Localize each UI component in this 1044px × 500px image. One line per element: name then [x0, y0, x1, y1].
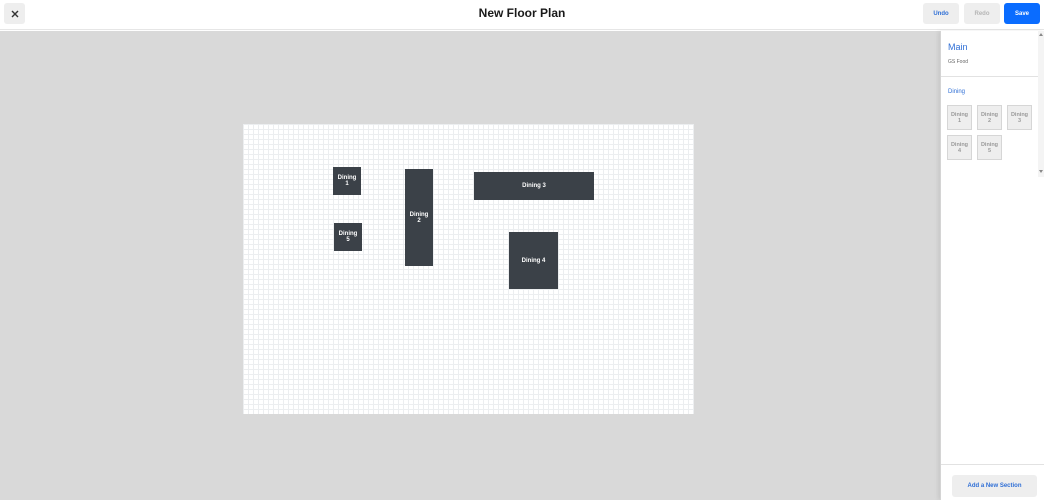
undo-button[interactable]: Undo — [923, 3, 959, 24]
table-label: 5 — [346, 237, 350, 243]
table-label: Dining 3 — [522, 183, 546, 189]
table-dining-1[interactable]: Dining 1 — [333, 167, 361, 195]
chip-label: Dining — [980, 111, 999, 118]
table-chip-dining-1[interactable]: Dining 1 — [947, 105, 972, 130]
chip-label: Dining — [950, 141, 969, 148]
table-label: 1 — [345, 181, 349, 187]
table-dining-3[interactable]: Dining 3 — [474, 172, 594, 200]
floor-plan-grid[interactable]: Dining 1 Dining 2 Dining 3 Dining 4 Dini… — [243, 124, 694, 414]
table-label: 2 — [417, 217, 421, 224]
table-dining-4[interactable]: Dining 4 — [509, 232, 558, 289]
table-label: Dining 4 — [521, 257, 546, 264]
table-chip-dining-5[interactable]: Dining 5 — [977, 135, 1002, 160]
table-chip-dining-4[interactable]: Dining 4 — [947, 135, 972, 160]
add-new-section-button[interactable]: Add a New Section — [952, 475, 1037, 497]
redo-button[interactable]: Redo — [964, 3, 1000, 24]
save-button[interactable]: Save — [1004, 3, 1040, 24]
section-subtitle: GS Food — [948, 59, 969, 65]
table-dining-5[interactable]: Dining 5 — [334, 223, 362, 251]
table-dining-2[interactable]: Dining 2 — [405, 169, 433, 266]
chip-label: 2 — [987, 117, 992, 124]
top-bar: New Floor Plan Undo Redo Save — [0, 0, 1044, 30]
chip-label: Dining — [980, 141, 999, 148]
chip-label: Dining — [1010, 111, 1029, 118]
sidebar-scrollbar[interactable] — [1038, 31, 1044, 177]
table-chip-dining-2[interactable]: Dining 2 — [977, 105, 1002, 130]
sections-sidebar: Main GS Food Dining Dining 1 Dining 2 Di… — [940, 31, 1044, 500]
chip-label: 4 — [957, 147, 962, 154]
chip-label: Dining — [950, 111, 969, 118]
chip-label: 5 — [987, 147, 992, 154]
divider — [941, 76, 1038, 77]
floor-plan-canvas-area: Dining 1 Dining 2 Dining 3 Dining 4 Dini… — [0, 31, 940, 500]
close-icon — [11, 10, 18, 17]
scroll-down-icon[interactable] — [1039, 170, 1043, 173]
chip-label: 1 — [957, 117, 962, 124]
page-title: New Floor Plan — [478, 6, 566, 20]
subsection-title-dining[interactable]: Dining — [948, 89, 965, 95]
table-chip-dining-3[interactable]: Dining 3 — [1007, 105, 1032, 130]
chip-label: 3 — [1017, 117, 1022, 124]
close-button[interactable] — [4, 3, 25, 24]
scroll-up-icon[interactable] — [1039, 33, 1043, 36]
divider — [941, 464, 1044, 465]
section-title-main[interactable]: Main — [948, 42, 968, 52]
